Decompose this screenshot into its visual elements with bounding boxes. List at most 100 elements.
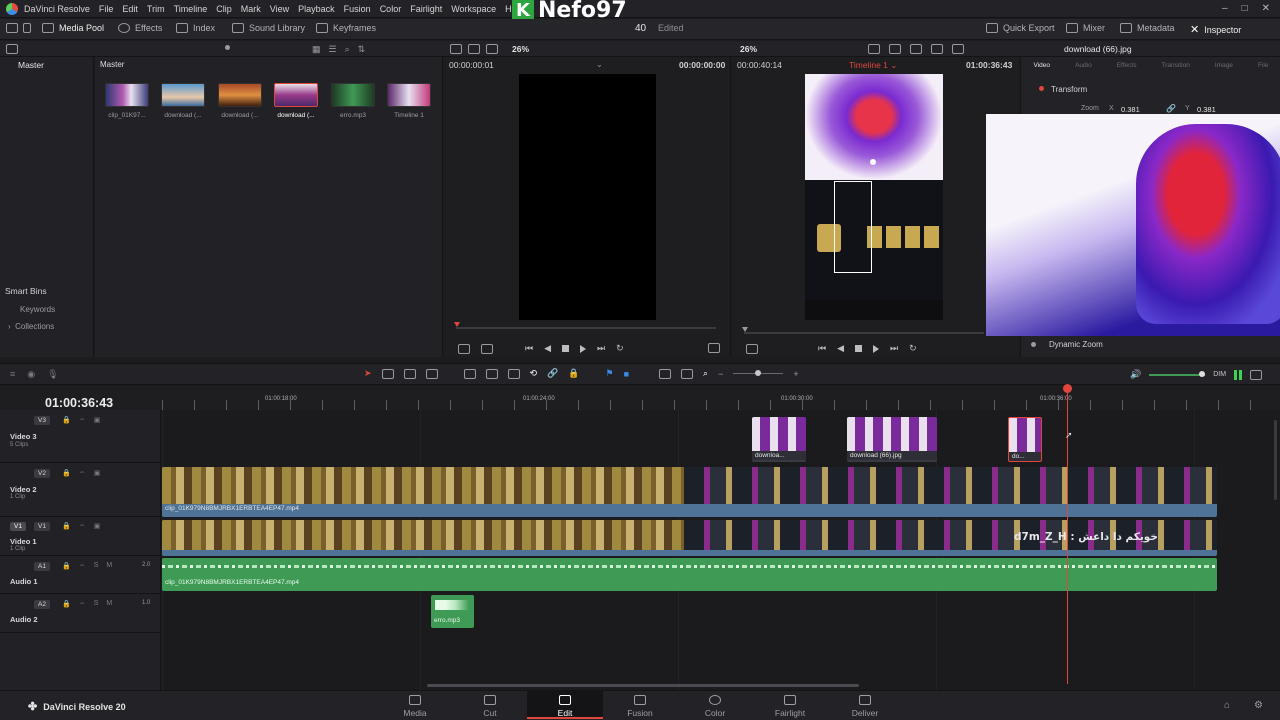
- playhead-handle-icon[interactable]: [1063, 384, 1072, 393]
- timeline-zoom[interactable]: 26%: [740, 44, 757, 54]
- clip-thumbnail[interactable]: clip_01K97...: [103, 83, 151, 119]
- lock-icon[interactable]: 🔒: [62, 469, 71, 477]
- minimize-icon[interactable]: –: [1222, 3, 1228, 14]
- lock-icon[interactable]: 🔒: [62, 600, 71, 608]
- track-visibility-icon[interactable]: ▣: [94, 522, 101, 530]
- trim-tool-icon[interactable]: [381, 368, 394, 379]
- transform-box[interactable]: [834, 181, 872, 273]
- tab-transition[interactable]: Transition: [1162, 62, 1190, 69]
- menu-file[interactable]: File: [99, 4, 114, 14]
- stop-icon[interactable]: [855, 345, 863, 352]
- mute-button[interactable]: M: [106, 600, 112, 608]
- lock-icon[interactable]: 🔒: [62, 416, 71, 424]
- dynamic-zoom-toggle-icon[interactable]: [1031, 342, 1036, 347]
- viewer-option-icon[interactable]: [910, 44, 922, 54]
- tab-file[interactable]: File: [1258, 62, 1268, 69]
- zoom-slider[interactable]: [733, 370, 784, 376]
- auto-select-icon[interactable]: ⇔: [79, 416, 86, 424]
- dim-button[interactable]: DIM: [1213, 371, 1226, 378]
- grid-view-icon[interactable]: ▦: [312, 44, 321, 55]
- replace-clip-icon[interactable]: [507, 368, 520, 379]
- menu-color[interactable]: Color: [380, 4, 402, 14]
- skip-forward-icon[interactable]: ⏭: [890, 343, 898, 354]
- track-badge[interactable]: V2: [34, 469, 50, 478]
- stop-icon[interactable]: [562, 345, 570, 352]
- menu-edit[interactable]: Edit: [122, 4, 138, 14]
- zoom-y-field[interactable]: 0.381: [1197, 105, 1216, 114]
- blade-tool-icon[interactable]: [425, 368, 438, 379]
- maximize-icon[interactable]: □: [1242, 3, 1248, 14]
- page-fusion[interactable]: Fusion: [610, 695, 670, 718]
- tab-effects[interactable]: Effects: [1117, 62, 1137, 69]
- track-badge[interactable]: A1: [34, 562, 50, 571]
- keyframes-button[interactable]: Keyframes: [316, 23, 376, 33]
- auto-select-icon[interactable]: ⇔: [79, 469, 86, 477]
- chevron-down-icon[interactable]: ⌄: [596, 60, 603, 69]
- metadata-button[interactable]: Metadata: [1120, 23, 1175, 33]
- viewer-option-icon[interactable]: [952, 44, 964, 54]
- menu-fusion[interactable]: Fusion: [344, 4, 371, 14]
- flag-icon[interactable]: ⚑: [606, 368, 614, 379]
- track-badge[interactable]: V3: [34, 416, 50, 425]
- media-pool-button[interactable]: Media Pool: [42, 23, 104, 33]
- auto-select-icon[interactable]: ⇔: [79, 562, 86, 570]
- timeline-options-icon[interactable]: ≡: [10, 369, 15, 380]
- match-frame-icon[interactable]: [481, 343, 493, 354]
- page-cut[interactable]: Cut: [460, 695, 520, 718]
- volume-slider[interactable]: [1149, 370, 1206, 377]
- microphone-icon[interactable]: 🎙: [47, 369, 58, 380]
- menu-timeline[interactable]: Timeline: [174, 4, 208, 14]
- page-fairlight[interactable]: Fairlight: [760, 695, 820, 718]
- volume-icon[interactable]: 🔊: [1130, 369, 1141, 380]
- page-deliver[interactable]: Deliver: [835, 695, 895, 718]
- track-visibility-icon[interactable]: ▣: [94, 469, 101, 477]
- timeline-thumbnail[interactable]: Timeline 1: [385, 83, 433, 119]
- search-icon[interactable]: ⌕: [345, 44, 350, 55]
- track-visibility-icon[interactable]: ▣: [94, 416, 101, 424]
- clip-thumbnail[interactable]: download (...: [159, 83, 207, 119]
- settings-gear-icon[interactable]: ⚙: [1254, 700, 1263, 711]
- dynamic-trim-icon[interactable]: [403, 368, 416, 379]
- viewer-mode-icon[interactable]: [450, 44, 462, 54]
- auto-select-icon[interactable]: ⇔: [79, 522, 86, 530]
- skip-back-icon[interactable]: ⏮: [525, 343, 533, 354]
- linked-selection-icon[interactable]: 🔗: [547, 368, 558, 379]
- loop-icon[interactable]: ↻: [909, 343, 917, 354]
- source-scrubber[interactable]: [456, 327, 716, 329]
- a1-clip[interactable]: clip_01K979N8BMJRBX1ERBTEA4EP47.mp4: [162, 558, 1217, 591]
- viewer-fit-icon[interactable]: [458, 343, 470, 354]
- a2-clip[interactable]: erro.mp3: [431, 595, 474, 628]
- ruler-ticks[interactable]: [162, 400, 1280, 410]
- marker-icon[interactable]: ◉: [27, 369, 35, 380]
- solo-button[interactable]: S: [94, 600, 99, 608]
- insert-clip-icon[interactable]: [463, 368, 476, 379]
- custom-zoom-icon[interactable]: ⌕: [703, 368, 708, 379]
- transform-toggle-icon[interactable]: [1039, 86, 1044, 91]
- menu-trim[interactable]: Trim: [147, 4, 165, 14]
- full-screen-icon[interactable]: [708, 343, 720, 355]
- zoom-x-field[interactable]: 0.381: [1121, 105, 1140, 114]
- detail-zoom-icon[interactable]: [681, 368, 694, 379]
- mute-button[interactable]: M: [106, 562, 112, 570]
- v3-clip[interactable]: downloa...: [752, 417, 806, 462]
- solo-button[interactable]: S: [94, 562, 99, 570]
- index-button[interactable]: Index: [176, 23, 215, 33]
- play-icon[interactable]: [580, 344, 587, 353]
- thumbnail-size-slider[interactable]: [225, 45, 230, 50]
- audio-clip-thumbnail[interactable]: erro.mp3: [329, 83, 377, 119]
- step-back-icon[interactable]: ◀: [544, 343, 551, 354]
- lock-icon[interactable]: 🔒: [62, 562, 71, 570]
- crop-tool-icon[interactable]: [746, 343, 758, 354]
- page-color[interactable]: Color: [685, 695, 745, 718]
- skip-forward-icon[interactable]: ⏭: [597, 343, 605, 354]
- transform-handle-icon[interactable]: [870, 159, 876, 165]
- marker-color-icon[interactable]: ■: [624, 369, 629, 379]
- timeline-view-options-icon[interactable]: [1250, 369, 1263, 380]
- tab-video[interactable]: Video: [1034, 62, 1051, 69]
- auto-select-icon[interactable]: ⇔: [79, 600, 86, 608]
- play-icon[interactable]: [873, 344, 880, 353]
- menu-playback[interactable]: Playback: [298, 4, 335, 14]
- tab-audio[interactable]: Audio: [1075, 62, 1092, 69]
- menu-mark[interactable]: Mark: [241, 4, 261, 14]
- menu-fairlight[interactable]: Fairlight: [410, 4, 442, 14]
